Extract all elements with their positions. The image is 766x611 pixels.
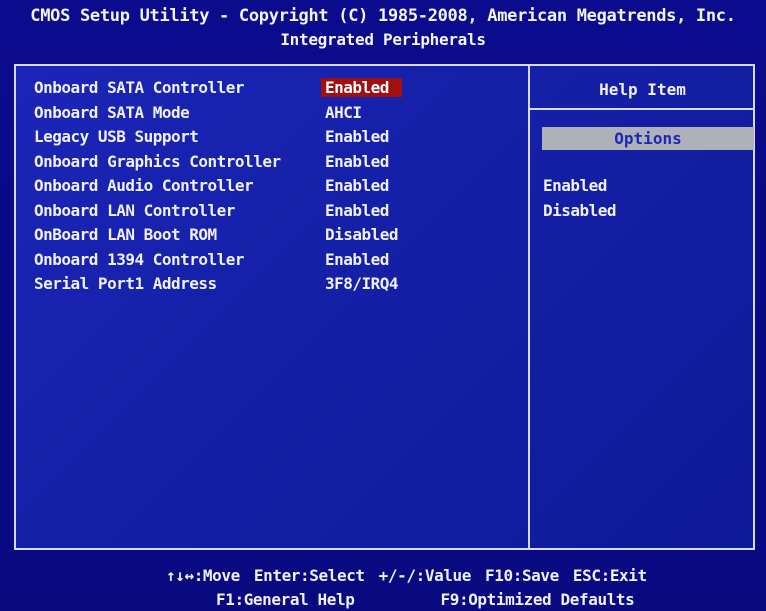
setting-label: Onboard SATA Controller	[34, 78, 245, 97]
setting-value[interactable]: Enabled	[321, 78, 402, 97]
setting-value[interactable]: Disabled	[323, 225, 400, 244]
setting-value[interactable]: Enabled	[323, 152, 391, 171]
setting-serial-port1-address[interactable]: Serial Port1 Address 3F8/IRQ4	[34, 274, 514, 299]
key-legend: ↑↓↔:Move Enter:Select +/-/:Value F10:Save ES…	[0, 556, 766, 611]
setting-value[interactable]: Enabled	[323, 201, 391, 220]
options-label: Options	[614, 129, 682, 148]
header: CMOS Setup Utility - Copyright (C) 1985-…	[0, 0, 766, 60]
setting-value[interactable]: Enabled	[323, 250, 391, 269]
key-move: ↑↓↔:Move	[166, 566, 240, 585]
key-legend-row-2: F1:General Help F9:Optimized Defaults	[216, 590, 648, 609]
setting-onboard-lan-boot-rom[interactable]: OnBoard LAN Boot ROM Disabled	[34, 225, 514, 250]
setting-onboard-sata-mode[interactable]: Onboard SATA Mode AHCI	[34, 103, 514, 128]
help-options-list: Enabled Disabled	[543, 176, 617, 225]
settings-list: Onboard SATA Controller Enabled Onboard …	[34, 78, 514, 299]
setting-label: Onboard 1394 Controller	[34, 249, 245, 269]
setting-value[interactable]: 3F8/IRQ4	[323, 274, 400, 293]
setting-label: OnBoard LAN Boot ROM	[34, 225, 217, 244]
help-item-title: Help Item	[599, 80, 686, 99]
key-general-help: F1:General Help	[216, 590, 355, 609]
setting-label: Onboard Audio Controller	[34, 176, 254, 195]
setting-onboard-1394-controller[interactable]: Onboard 1394 Controller Enabled	[34, 250, 514, 275]
setting-label: Legacy USB Support	[34, 127, 199, 146]
setting-onboard-audio-controller[interactable]: Onboard Audio Controller Enabled	[34, 176, 514, 201]
setting-label: Onboard LAN Controller	[34, 200, 235, 220]
setting-onboard-sata-controller[interactable]: Onboard SATA Controller Enabled	[34, 78, 514, 103]
help-option-disabled: Disabled	[543, 200, 617, 220]
key-exit: ESC:Exit	[572, 566, 647, 585]
utility-title: CMOS Setup Utility - Copyright (C) 1985-…	[30, 6, 736, 26]
key-optimized-defaults: F9:Optimized Defaults	[440, 590, 635, 609]
key-legend-row-1: ↑↓↔:Move Enter:Select +/-/:Value F10:Save ES…	[166, 566, 661, 585]
setting-value[interactable]: AHCI	[323, 103, 364, 122]
key-save: F10:Save	[485, 566, 559, 585]
setting-label: Onboard SATA Mode	[34, 102, 190, 122]
key-value: +/-/:Value	[378, 566, 472, 585]
page-title: Integrated Peripherals	[280, 30, 486, 49]
key-select: Enter:Select	[253, 566, 365, 585]
setting-onboard-lan-controller[interactable]: Onboard LAN Controller Enabled	[34, 201, 514, 226]
setting-label: Serial Port1 Address	[34, 274, 217, 293]
setting-value[interactable]: Enabled	[323, 176, 391, 195]
options-header: Options	[542, 127, 754, 150]
setting-legacy-usb-support[interactable]: Legacy USB Support Enabled	[34, 127, 514, 152]
help-divider	[530, 108, 755, 110]
panel-divider	[528, 64, 530, 550]
help-option-enabled: Enabled	[543, 176, 607, 195]
setting-value[interactable]: Enabled	[323, 127, 391, 146]
bios-screen: CMOS Setup Utility - Copyright (C) 1985-…	[0, 0, 766, 611]
setting-label: Onboard Graphics Controller	[34, 151, 281, 171]
setting-onboard-graphics-controller[interactable]: Onboard Graphics Controller Enabled	[34, 152, 514, 177]
